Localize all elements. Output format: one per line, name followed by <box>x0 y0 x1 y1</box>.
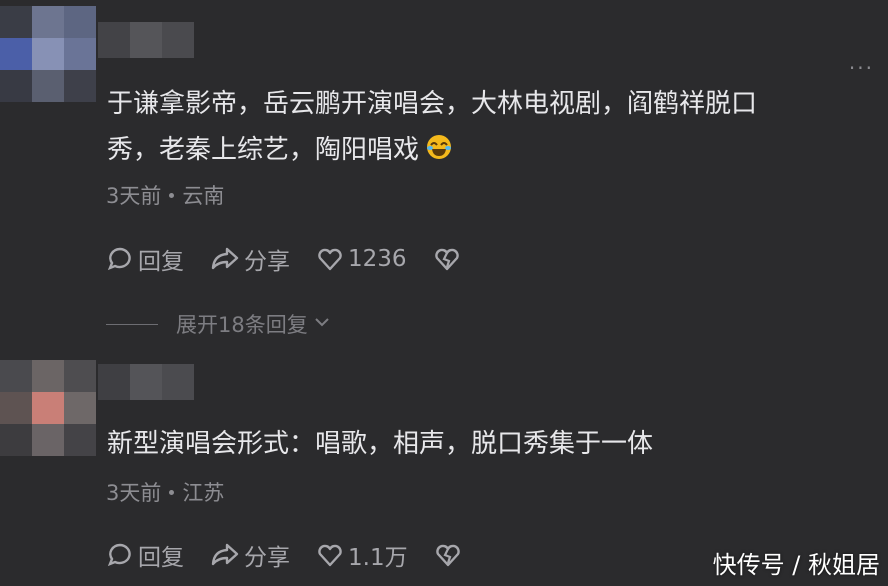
share-label: 分享 <box>244 249 290 275</box>
broken-heart-icon <box>434 541 462 569</box>
share-label: 分享 <box>244 545 290 571</box>
expand-replies-button[interactable]: 展开18条回复 <box>106 309 332 339</box>
reply-button[interactable]: 回复 <box>106 242 184 276</box>
comment-text-line-2-content: 秀，老秦上综艺，陶阳唱戏 <box>107 135 420 165</box>
avatar[interactable] <box>0 360 96 456</box>
reply-button[interactable]: 回复 <box>106 538 184 572</box>
separator-dot <box>169 192 175 198</box>
comment-time: 3天前 <box>106 184 162 208</box>
heart-icon <box>316 541 344 569</box>
comment-actions: 回复 分享 1.1万 <box>106 538 488 572</box>
comment-actions: 回复 分享 1236 <box>106 242 487 276</box>
separator-dot <box>169 489 175 495</box>
like-count: 1236 <box>348 246 407 272</box>
reply-label: 回复 <box>138 249 184 275</box>
comment-location: 云南 <box>182 184 225 208</box>
like-button[interactable]: 1236 <box>316 245 407 273</box>
share-button[interactable]: 分享 <box>210 538 290 572</box>
expand-replies-label: 展开18条回复 <box>176 313 308 337</box>
reply-bubble-icon <box>106 541 134 569</box>
like-count: 1.1万 <box>348 545 408 571</box>
reply-label: 回复 <box>138 545 184 571</box>
comment-text-line-1: 于谦拿影帝，岳云鹏开演唱会，大林电视剧，阎鹤祥脱口 <box>107 89 758 119</box>
dislike-button[interactable] <box>433 245 461 273</box>
heart-icon <box>316 245 344 273</box>
comment-text-line-1: 新型演唱会形式：唱歌，相声，脱口秀集于一体 <box>107 429 654 459</box>
watermark: 快传号 / 秋姐居 <box>712 551 880 579</box>
comment-time: 3天前 <box>106 481 162 505</box>
more-options-icon[interactable]: ··· <box>849 56 874 80</box>
comment-meta: 3天前 江苏 <box>106 477 224 507</box>
username-blurred[interactable] <box>98 364 194 400</box>
laughing-emoji-icon <box>425 129 453 178</box>
comment-location: 江苏 <box>182 481 225 505</box>
divider-line <box>106 323 158 325</box>
comment-meta: 3天前 云南 <box>106 180 224 210</box>
avatar[interactable] <box>0 6 96 102</box>
dislike-button[interactable] <box>434 541 462 569</box>
share-arrow-icon <box>210 245 240 273</box>
share-button[interactable]: 分享 <box>210 242 290 276</box>
username-blurred[interactable] <box>98 22 194 58</box>
comment-text-line-2: 秀，老秦上综艺，陶阳唱戏 <box>107 126 453 178</box>
share-arrow-icon <box>210 541 240 569</box>
broken-heart-icon <box>433 245 461 273</box>
chevron-down-icon <box>312 312 332 337</box>
reply-bubble-icon <box>106 245 134 273</box>
comment-1: ··· 于谦拿影帝，岳云鹏开演唱会，大林电视剧，阎鹤祥脱口 秀，老秦上综艺，陶阳… <box>0 0 888 300</box>
like-button[interactable]: 1.1万 <box>316 538 408 572</box>
